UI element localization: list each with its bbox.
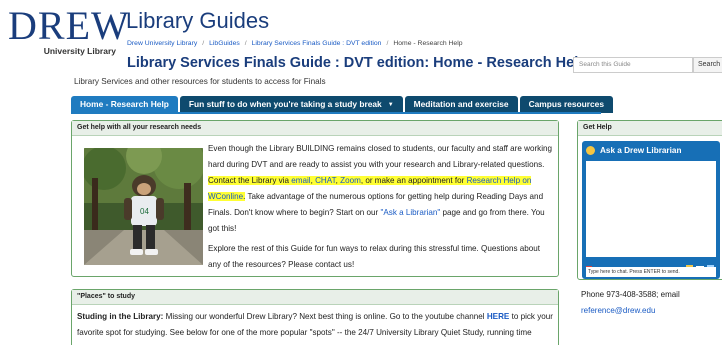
places-to-study-box: "Places" to study Studing in the Library… <box>71 289 559 345</box>
research-paragraph-1: Even though the Library BUILDING remains… <box>208 141 554 237</box>
chat-title: Ask a Drew Librarian <box>600 146 682 155</box>
tab-meditation[interactable]: Meditation and exercise <box>404 96 518 113</box>
mascot-photo: 04 <box>84 148 203 265</box>
breadcrumb-separator: / <box>202 40 205 47</box>
text-span: , or make an appointment for <box>360 176 467 185</box>
breadcrumb-libguides[interactable]: LibGuides <box>209 40 240 47</box>
breadcrumb: Drew University Library / LibGuides / Librar… <box>127 40 463 47</box>
guide-description: Library Services and other resources for… <box>74 77 326 86</box>
tab-home-research-help[interactable]: Home - Research Help <box>71 96 178 113</box>
email-address-link[interactable]: reference@drew.edu <box>581 306 655 315</box>
tab-fun-stuff[interactable]: Fun stuff to do when you're taking a stu… <box>179 96 403 113</box>
tab-label: Home - Research Help <box>80 99 169 109</box>
box-heading: "Places" to study <box>72 290 558 305</box>
zoom-link[interactable]: Zoom <box>340 176 361 185</box>
chat-input[interactable]: Type here to chat. Press ENTER to send. <box>586 267 716 277</box>
get-help-box: Get Help Ask a Drew Librarian Type here … <box>577 120 722 280</box>
chat-transcript <box>586 161 716 257</box>
logo-wordmark: DREW <box>8 3 130 48</box>
drew-logo[interactable]: DREW University Library <box>8 3 130 57</box>
tab-label: Fun stuff to do when you're taking a stu… <box>188 99 382 109</box>
page-title: Library Services Finals Guide : DVT edit… <box>127 55 588 71</box>
chat-bubble-icon <box>586 146 595 155</box>
email-link[interactable]: email <box>291 176 310 185</box>
text-span: Contact the Library via <box>208 176 292 185</box>
breadcrumb-current: Home - Research Help <box>393 40 463 47</box>
breadcrumb-library[interactable]: Drew University Library <box>127 40 197 47</box>
breadcrumb-separator: / <box>386 40 389 47</box>
tab-label: Meditation and exercise <box>413 99 509 109</box>
caret-down-icon[interactable]: ▼ <box>388 102 394 108</box>
research-paragraph-2: Explore the rest of this Guide for fun w… <box>208 244 541 269</box>
search-input[interactable]: Search this Guide <box>573 57 693 73</box>
breadcrumb-separator: / <box>244 40 247 47</box>
box-heading: Get Help <box>578 121 722 136</box>
chat-widget: Ask a Drew Librarian Type here to chat. … <box>582 141 720 279</box>
text-span: Missing our wonderful Drew Library? Next… <box>163 312 487 321</box>
research-help-text: Even though the Library BUILDING remains… <box>208 141 554 277</box>
chat-link[interactable]: CHAT <box>315 176 336 185</box>
ask-a-librarian-link[interactable]: "Ask a Librarian" <box>381 208 441 217</box>
phone-text: Phone 973-408-3588; email <box>581 290 680 299</box>
chat-header: Ask a Drew Librarian <box>582 141 720 160</box>
text-span: Even though the Library BUILDING remains… <box>208 144 553 169</box>
guide-tabs: Home - Research Help Fun stuff to do whe… <box>71 96 615 113</box>
research-help-box: Get help with all your research needs 04… <box>71 120 559 277</box>
tab-label: Campus resources <box>528 99 605 109</box>
svg-text:04: 04 <box>140 207 149 216</box>
youtube-here-link[interactable]: HERE <box>487 312 510 321</box>
contact-info: Phone 973-408-3588; email reference@drew… <box>581 287 680 319</box>
search-button[interactable]: Search <box>693 57 722 73</box>
places-text: Studing in the Library: Missing our wond… <box>72 305 558 345</box>
tab-campus-resources[interactable]: Campus resources <box>519 96 614 113</box>
tab-divider <box>71 112 601 114</box>
box-heading: Get help with all your research needs <box>72 121 558 136</box>
places-bold-lead: Studing in the Library: <box>77 312 164 321</box>
site-title[interactable]: Library Guides <box>126 8 269 34</box>
breadcrumb-guide[interactable]: Library Services Finals Guide : DVT edit… <box>252 40 382 47</box>
